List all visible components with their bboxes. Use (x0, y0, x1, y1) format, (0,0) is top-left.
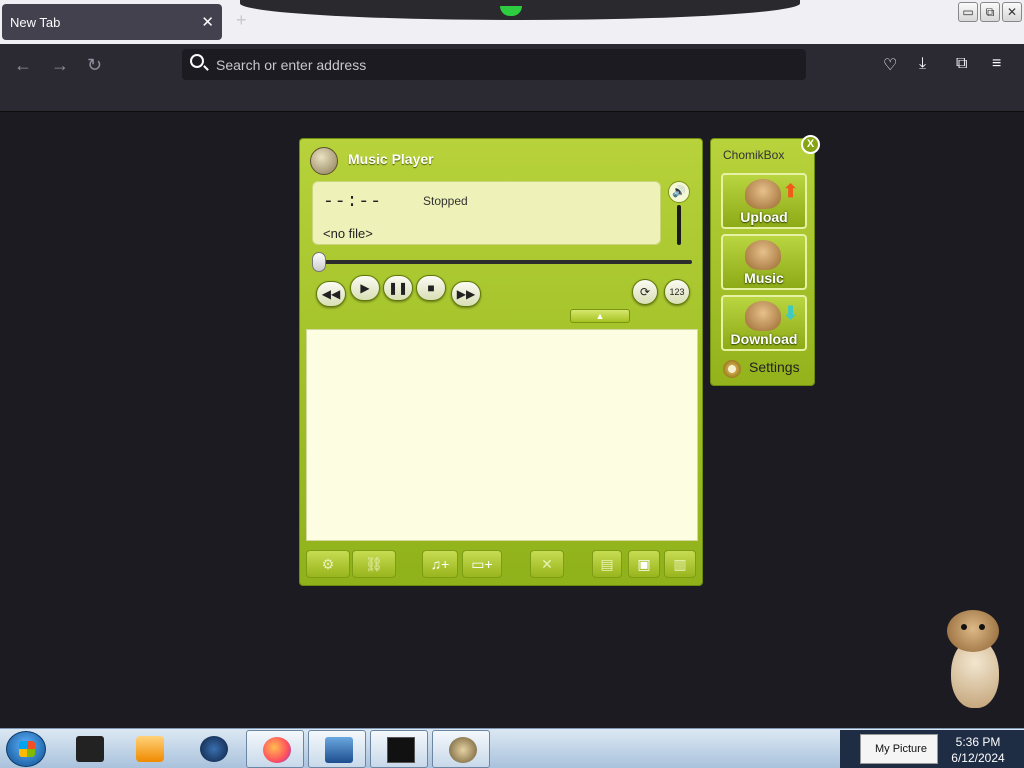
tab-close-icon[interactable]: ✕ (201, 13, 214, 31)
pocket-icon[interactable]: ♡ (883, 55, 897, 75)
player-display: --:-- Stopped <no file> (312, 181, 661, 245)
download-button[interactable]: ⬇ Download (721, 295, 807, 351)
taskbar-app-7[interactable] (308, 730, 366, 768)
address-placeholder: Search or enter address (216, 57, 367, 73)
firefox-icon (263, 737, 291, 763)
forward-button[interactable]: ▶▶ (451, 281, 481, 307)
playback-status: Stopped (423, 194, 468, 208)
mascot-eye (979, 624, 985, 630)
forward-icon[interactable]: → (51, 55, 69, 76)
settings-label: Settings (749, 359, 800, 375)
taskbar-app-globe[interactable] (184, 730, 242, 768)
tab-new-tab[interactable]: New Tab ✕ (2, 4, 222, 40)
save-playlist-icon[interactable]: ▣ (628, 550, 660, 578)
back-icon[interactable]: ← (14, 55, 32, 76)
add-file-icon[interactable]: ♫+ (422, 550, 458, 578)
mascot-eye (961, 624, 967, 630)
search-icon (190, 54, 204, 68)
hamster-icon (745, 301, 781, 331)
current-file: <no file> (323, 226, 373, 241)
hamster-icon (449, 737, 477, 763)
stop-button[interactable]: ■ (416, 275, 446, 301)
collapse-playlist-button[interactable]: ▲ (570, 309, 630, 323)
globe-icon (200, 736, 228, 762)
taskbar-app-box[interactable] (60, 730, 118, 768)
taskbar-app-terminal[interactable] (370, 730, 428, 768)
upload-label: Upload (740, 209, 788, 225)
window-controls: ▭ ⧉ ✕ (958, 2, 1022, 22)
taskbar-app-media[interactable] (120, 730, 178, 768)
playlist-area[interactable] (306, 329, 698, 541)
bookmarks-bar (0, 84, 1024, 112)
address-bar[interactable]: Search or enter address (182, 49, 806, 80)
terminal-icon (387, 737, 415, 763)
mascot-head (947, 610, 999, 652)
shuffle-button[interactable]: 123 (664, 279, 690, 305)
taskbar-app-firefox[interactable] (246, 730, 304, 768)
music-button[interactable]: Music (721, 234, 807, 290)
new-playlist-icon[interactable]: ▤ (592, 550, 622, 578)
hamster-logo-icon (310, 147, 338, 175)
pause-button[interactable]: ❚❚ (383, 275, 413, 301)
download-arrow-icon: ⬇ (783, 303, 799, 323)
start-button[interactable] (6, 731, 46, 767)
music-player-title: Music Player (348, 151, 434, 167)
chomikbox-title: ChomikBox (723, 148, 785, 162)
remove-icon[interactable]: ✕ (530, 550, 564, 578)
taskbar-app-chomikbox[interactable] (432, 730, 490, 768)
chomikbox-panel: ChomikBox X ⬆ Upload Music ⬇ Download Se… (710, 135, 820, 386)
restore-button[interactable]: ⧉ (980, 2, 1000, 22)
download-label: Download (730, 331, 798, 347)
close-window-button[interactable]: ✕ (1002, 2, 1022, 22)
download-icon[interactable]: ⤓ (919, 55, 926, 73)
hamster-headphones-icon (745, 240, 781, 270)
tray-popup-label: My Picture (875, 743, 927, 755)
repeat-button[interactable]: ⟳ (632, 279, 658, 305)
windows-logo-icon (19, 741, 35, 757)
reload-icon[interactable]: ↻ (87, 55, 102, 76)
add-folder-icon[interactable]: ▭+ (462, 550, 502, 578)
music-player-window: Music Player --:-- Stopped <no file> 🔊 ◀… (299, 138, 703, 586)
seek-knob[interactable] (312, 252, 326, 272)
new-tab-button[interactable]: + (236, 10, 247, 31)
open-playlist-icon[interactable]: ▥ (664, 550, 696, 578)
system-tray: My Picture 5:36 PM 6/12/2024 (840, 730, 1024, 768)
upload-arrow-icon: ⬆ (783, 181, 799, 201)
tray-popup[interactable]: My Picture (860, 734, 938, 764)
gear-icon (723, 360, 741, 378)
media-player-icon (136, 736, 164, 762)
menu-icon[interactable]: ≡ (992, 55, 1001, 73)
clock-date: 6/12/2024 (951, 751, 1005, 765)
clock-time: 5:36 PM (955, 735, 1001, 749)
clock[interactable]: 5:36 PM 6/12/2024 (940, 734, 1016, 766)
taskbar: My Picture 5:36 PM 6/12/2024 (0, 728, 1024, 768)
hamster-icon (745, 179, 781, 209)
link-icon[interactable]: ⛓ (352, 550, 396, 578)
rewind-button[interactable]: ◀◀ (316, 281, 346, 307)
minimize-button[interactable]: ▭ (958, 2, 978, 22)
music-label: Music (744, 270, 784, 286)
extensions-icon[interactable]: ⧉ (956, 55, 967, 73)
hamster-mascot[interactable] (945, 610, 1007, 710)
play-button[interactable]: ▶ (350, 275, 380, 301)
tab-strip: New Tab ✕ + ▭ ⧉ ✕ (0, 0, 1024, 44)
box-app-icon (76, 736, 104, 762)
upload-button[interactable]: ⬆ Upload (721, 173, 807, 229)
seek-bar[interactable] (318, 260, 692, 264)
tab-title: New Tab (10, 15, 61, 30)
app-7-icon (325, 737, 353, 763)
chomikbox-close-button[interactable]: X (801, 135, 820, 154)
track-time: --:-- (323, 192, 383, 212)
volume-slider[interactable] (677, 205, 681, 245)
tools-icon[interactable]: ⚙ (306, 550, 350, 578)
volume-icon[interactable]: 🔊 (668, 181, 690, 203)
